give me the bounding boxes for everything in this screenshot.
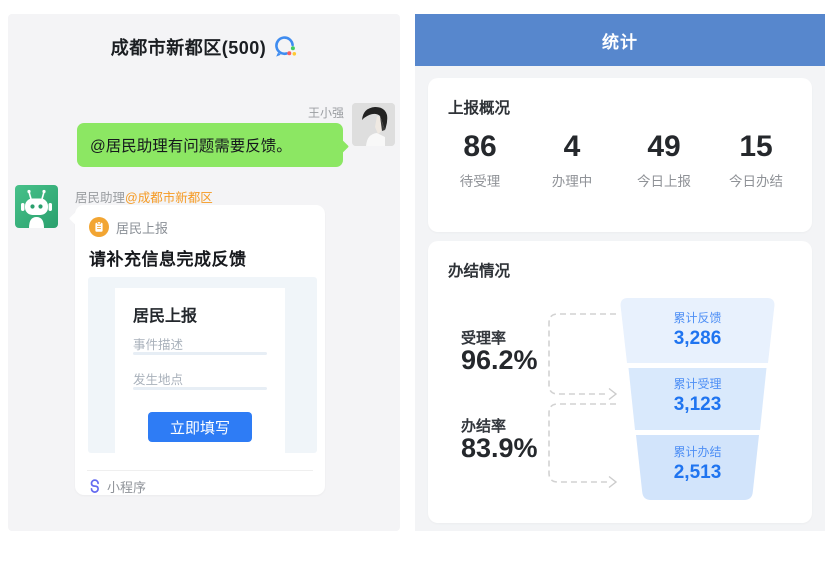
stat-value: 15 xyxy=(710,130,802,164)
form-preview-card: 居民上报 事件描述 发生地点 立即填写 xyxy=(115,288,285,453)
miniprogram-message-card[interactable]: 居民上报 请补充信息完成反馈 居民上报 事件描述 发生地点 立即填写 小程序 xyxy=(75,205,325,495)
stat-processing: 4 办理中 xyxy=(526,130,618,190)
form-title: 居民上报 xyxy=(133,302,197,326)
funnel-label: 累计办结 xyxy=(615,445,780,459)
funnel-label: 累计反馈 xyxy=(615,311,780,325)
funnel-label-accepted: 累计受理 3,123 xyxy=(615,377,780,416)
completion-card-title: 办结情况 xyxy=(448,259,510,281)
chat-title: 成都市新都区(500) xyxy=(111,34,267,60)
overview-card-title: 上报概况 xyxy=(448,96,510,118)
report-overview-card: 上报概况 86 待受理 4 办理中 49 今日上报 15 今日办结 xyxy=(428,78,812,232)
miniprogram-app-name: 居民上报 xyxy=(116,218,168,237)
clipboard-icon xyxy=(89,217,109,237)
bot-message-title: 请补充信息完成反馈 xyxy=(89,245,247,270)
funnel-label: 累计受理 xyxy=(615,377,780,391)
funnel-label-closed: 累计办结 2,513 xyxy=(615,445,780,484)
completion-card: 办结情况 受理率 96.2% 办结率 83.9% 累计反馈 3,286 累计受理 xyxy=(428,241,812,523)
user-avatar[interactable] xyxy=(352,103,395,146)
stat-label: 办理中 xyxy=(526,170,618,190)
stat-value: 49 xyxy=(618,130,710,164)
user-message-bubble: @居民助理有问题需要反馈。 xyxy=(77,123,343,167)
message-card-tail xyxy=(69,212,82,225)
bot-message-sender: 居民助理@成都市新都区 xyxy=(75,187,213,206)
form-field-line xyxy=(133,387,267,390)
funnel-value: 2,513 xyxy=(615,462,780,484)
stat-pending: 86 待受理 xyxy=(434,130,526,190)
form-field-location: 发生地点 xyxy=(133,369,183,388)
card-divider xyxy=(87,470,313,471)
form-field-event-description: 事件描述 xyxy=(133,334,183,353)
funnel-value: 3,123 xyxy=(615,394,780,416)
stat-label: 待受理 xyxy=(434,170,526,190)
stats-panel: 统计 上报概况 86 待受理 4 办理中 49 今日上报 15 今日办结 办结情… xyxy=(415,14,825,531)
stat-label: 今日上报 xyxy=(618,170,710,190)
closure-rate-bracket xyxy=(546,401,626,489)
chat-panel: 成都市新都区(500) 王小强 @居民助理有问题需要反馈。 xyxy=(8,14,400,531)
bot-name-text: 居民助理 xyxy=(75,191,125,205)
chat-header: 成都市新都区(500) xyxy=(8,34,400,60)
miniprogram-icon xyxy=(87,479,102,494)
stat-label: 今日办结 xyxy=(710,170,802,190)
stat-today-reported: 49 今日上报 xyxy=(618,130,710,190)
stat-value: 4 xyxy=(526,130,618,164)
form-field-line xyxy=(133,352,267,355)
funnel-value: 3,286 xyxy=(615,328,780,350)
stats-header: 统计 xyxy=(415,14,825,66)
user-message-text: @居民助理有问题需要反馈。 xyxy=(90,134,292,156)
wecom-logo-icon xyxy=(273,36,297,59)
miniprogram-footer-label: 小程序 xyxy=(107,477,146,496)
completion-funnel-chart: 累计反馈 3,286 累计受理 3,123 累计办结 2,513 xyxy=(615,295,780,505)
stat-today-closed: 15 今日办结 xyxy=(710,130,802,190)
stat-value: 86 xyxy=(434,130,526,164)
fill-now-button[interactable]: 立即填写 xyxy=(148,412,252,442)
closure-rate-value: 83.9% xyxy=(461,433,538,464)
overview-stats-row: 86 待受理 4 办理中 49 今日上报 15 今日办结 xyxy=(434,130,802,190)
acceptance-rate-value: 96.2% xyxy=(461,345,538,376)
funnel-label-feedback: 累计反馈 3,286 xyxy=(615,311,780,350)
miniprogram-footer[interactable]: 小程序 xyxy=(87,477,146,496)
bot-name-mention: @成都市新都区 xyxy=(125,191,213,205)
acceptance-rate-bracket xyxy=(546,311,626,401)
miniprogram-app-row: 居民上报 xyxy=(89,217,168,237)
form-preview-panel: 居民上报 事件描述 发生地点 立即填写 xyxy=(88,277,317,453)
bot-avatar[interactable] xyxy=(15,185,58,228)
user-message-sender: 王小强 xyxy=(308,104,344,121)
